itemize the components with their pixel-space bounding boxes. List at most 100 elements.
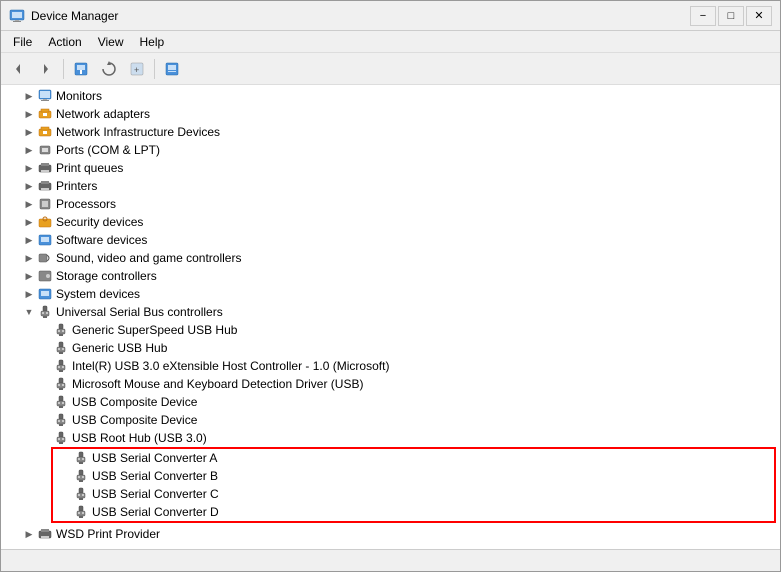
expander-monitors[interactable]: ▶ [21, 88, 37, 104]
usb-composite-2-label: USB Composite Device [72, 413, 197, 427]
expander-software[interactable]: ▶ [21, 232, 37, 248]
sound-icon [37, 250, 53, 266]
back-button[interactable] [5, 57, 31, 81]
expander-processors[interactable]: ▶ [21, 196, 37, 212]
tree-item-usb-serial-d[interactable]: ▶ USB Serial Converter D [53, 503, 774, 521]
expander-wsd[interactable]: ▶ [21, 526, 37, 542]
ports-label: Ports (COM & LPT) [56, 143, 160, 157]
monitor-icon [37, 88, 53, 104]
usb-intel-label: Intel(R) USB 3.0 eXtensible Host Control… [72, 359, 389, 373]
printers-label: Printers [56, 179, 97, 193]
usb-serial-a-label: USB Serial Converter A [92, 451, 217, 465]
network-adapters-icon [37, 106, 53, 122]
tree-item-usb-serial-a[interactable]: ▶ USB Serial Converter A [53, 449, 774, 467]
title-bar-controls: − □ ✕ [690, 6, 772, 26]
ports-icon [37, 142, 53, 158]
tree-item-usb-intel[interactable]: ▶ Intel(R) USB 3.0 eXtensible Host Contr… [1, 357, 780, 375]
system-label: System devices [56, 287, 140, 301]
tree-item-system[interactable]: ▶ System devices [1, 285, 780, 303]
tree-item-security[interactable]: ▶ Security devices [1, 213, 780, 231]
usb-generic-icon [53, 340, 69, 356]
tree-item-software[interactable]: ▶ Software devices [1, 231, 780, 249]
help-button[interactable] [159, 57, 185, 81]
network-adapters-label: Network adapters [56, 107, 150, 121]
tree-item-ports[interactable]: ▶ Ports (COM & LPT) [1, 141, 780, 159]
tree-item-usb-root[interactable]: ▶ USB Root Hub (USB 3.0) [1, 429, 780, 447]
expander-sound[interactable]: ▶ [21, 250, 37, 266]
usb-serial-c-icon [73, 486, 89, 502]
tree-item-monitors[interactable]: ▶ Monitors [1, 87, 780, 105]
tree-view[interactable]: ▶ Monitors ▶ Network adapters ▶ [1, 85, 780, 549]
tree-item-network-adapters[interactable]: ▶ Network adapters [1, 105, 780, 123]
software-icon [37, 232, 53, 248]
tree-item-printers[interactable]: ▶ Printers [1, 177, 780, 195]
usb-mouse-label: Microsoft Mouse and Keyboard Detection D… [72, 377, 363, 391]
tree-item-usb-superspeed[interactable]: ▶ Generic SuperSpeed USB Hub [1, 321, 780, 339]
expander-storage[interactable]: ▶ [21, 268, 37, 284]
tree-item-usb-mouse[interactable]: ▶ Microsoft Mouse and Keyboard Detection… [1, 375, 780, 393]
usb-superspeed-label: Generic SuperSpeed USB Hub [72, 323, 237, 337]
menu-help[interactable]: Help [132, 33, 173, 51]
tree-item-usb-serial-c[interactable]: ▶ USB Serial Converter C [53, 485, 774, 503]
title-bar-left: Device Manager [9, 8, 118, 24]
toolbar-sep-1 [63, 59, 64, 79]
processors-label: Processors [56, 197, 116, 211]
expander-print-queues[interactable]: ▶ [21, 160, 37, 176]
usb-serial-b-icon [73, 468, 89, 484]
maximize-button[interactable]: □ [718, 6, 744, 26]
expander-network-adapters[interactable]: ▶ [21, 106, 37, 122]
tree-item-network-infra[interactable]: ▶ Network Infrastructure Devices [1, 123, 780, 141]
usb-controllers-icon [37, 304, 53, 320]
device-manager-window: Device Manager − □ ✕ File Action View He… [0, 0, 781, 572]
tree-item-storage[interactable]: ▶ Storage controllers [1, 267, 780, 285]
usb-mouse-icon [53, 376, 69, 392]
tree-item-usb-composite-1[interactable]: ▶ USB Composite Device [1, 393, 780, 411]
network-infra-icon [37, 124, 53, 140]
tree-item-usb-composite-2[interactable]: ▶ USB Composite Device [1, 411, 780, 429]
usb-intel-icon [53, 358, 69, 374]
highlight-box: ▶ USB Serial Converter A ▶ USB Serial Co… [51, 447, 776, 523]
network-infra-label: Network Infrastructure Devices [56, 125, 220, 139]
close-button[interactable]: ✕ [746, 6, 772, 26]
tree-item-usb[interactable]: ▼ Universal Serial Bus controllers [1, 303, 780, 321]
menu-file[interactable]: File [5, 33, 40, 51]
tree-item-print-queues[interactable]: ▶ Print queues [1, 159, 780, 177]
printers-icon [37, 178, 53, 194]
tree-item-wsd[interactable]: ▶ WSD Print Provider [1, 525, 780, 543]
content-area: ▶ Monitors ▶ Network adapters ▶ [1, 85, 780, 549]
security-icon [37, 214, 53, 230]
window-title: Device Manager [31, 9, 118, 23]
wsd-label: WSD Print Provider [56, 527, 160, 541]
processors-icon [37, 196, 53, 212]
scan-button[interactable]: + [124, 57, 150, 81]
wsd-icon [37, 526, 53, 542]
expander-printers[interactable]: ▶ [21, 178, 37, 194]
usb-composite-2-icon [53, 412, 69, 428]
monitors-label: Monitors [56, 89, 102, 103]
toolbar-sep-2 [154, 59, 155, 79]
menu-action[interactable]: Action [40, 33, 89, 51]
expander-security[interactable]: ▶ [21, 214, 37, 230]
expander-ports[interactable]: ▶ [21, 142, 37, 158]
properties-button[interactable] [68, 57, 94, 81]
expander-network-infra[interactable]: ▶ [21, 124, 37, 140]
usb-root-icon [53, 430, 69, 446]
update-button[interactable] [96, 57, 122, 81]
device-manager-icon [9, 8, 25, 24]
minimize-button[interactable]: − [690, 6, 716, 26]
usb-generic-label: Generic USB Hub [72, 341, 167, 355]
security-label: Security devices [56, 215, 143, 229]
expander-system[interactable]: ▶ [21, 286, 37, 302]
tree-item-sound[interactable]: ▶ Sound, video and game controllers [1, 249, 780, 267]
tree-item-usb-generic[interactable]: ▶ Generic USB Hub [1, 339, 780, 357]
sound-label: Sound, video and game controllers [56, 251, 241, 265]
tree-item-processors[interactable]: ▶ Processors [1, 195, 780, 213]
usb-controllers-label: Universal Serial Bus controllers [56, 305, 223, 319]
expander-usb[interactable]: ▼ [21, 304, 37, 320]
print-queues-icon [37, 160, 53, 176]
forward-button[interactable] [33, 57, 59, 81]
usb-serial-b-label: USB Serial Converter B [92, 469, 218, 483]
menu-view[interactable]: View [90, 33, 132, 51]
tree-item-usb-serial-b[interactable]: ▶ USB Serial Converter B [53, 467, 774, 485]
usb-serial-d-icon [73, 504, 89, 520]
